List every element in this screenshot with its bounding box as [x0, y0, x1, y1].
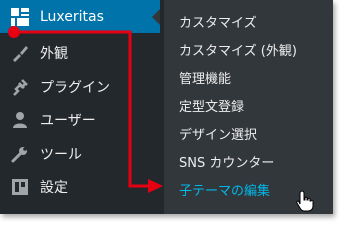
submenu-item-customize[interactable]: カスタマイズ: [179, 12, 257, 31]
settings-icon: [10, 177, 30, 197]
submenu-item-management[interactable]: 管理機能: [179, 68, 231, 87]
submenu-item-child-theme-edit[interactable]: 子テーマの編集: [179, 180, 270, 199]
menu-item-tools[interactable]: ツール: [0, 137, 160, 170]
submenu-pointer: [152, 9, 160, 25]
submenu-item-fixed-phrases[interactable]: 定型文登録: [179, 96, 244, 115]
grid-icon: [10, 7, 30, 27]
menu-item-users[interactable]: ユーザー: [0, 103, 160, 136]
user-icon: [10, 110, 30, 130]
wrench-icon: [10, 144, 30, 164]
menu-item-label: プラグイン: [40, 79, 110, 96]
menu-item-label: ユーザー: [40, 112, 96, 129]
menu-item-label: ツール: [40, 146, 82, 163]
menu-item-settings[interactable]: 設定: [0, 170, 160, 203]
submenu-item-design-select[interactable]: デザイン選択: [179, 124, 257, 143]
hand-cursor-icon: [296, 190, 314, 212]
admin-sidebar-menu: Luxeritas 外観 プラグイン ユーザー ツール 設定: [0, 0, 160, 214]
menu-item-label: 設定: [40, 179, 68, 196]
luxeritas-submenu: カスタマイズ カスタマイズ (外観) 管理機能 定型文登録 デザイン選択 SNS…: [164, 0, 333, 214]
menu-item-luxeritas[interactable]: Luxeritas: [0, 0, 160, 33]
paintbrush-icon: [10, 43, 30, 63]
menu-item-appearance[interactable]: 外観: [0, 36, 160, 69]
menu-item-plugins[interactable]: プラグイン: [0, 70, 160, 103]
plugin-icon: [10, 77, 30, 97]
submenu-item-sns-counter[interactable]: SNS カウンター: [179, 152, 274, 171]
submenu-item-customize-appearance[interactable]: カスタマイズ (外観): [179, 40, 297, 59]
menu-item-label: 外観: [40, 45, 68, 62]
admin-menu-frame: Luxeritas 外観 プラグイン ユーザー ツール 設定 カスタマイズ カス…: [0, 0, 333, 214]
menu-item-label: Luxeritas: [40, 8, 104, 25]
